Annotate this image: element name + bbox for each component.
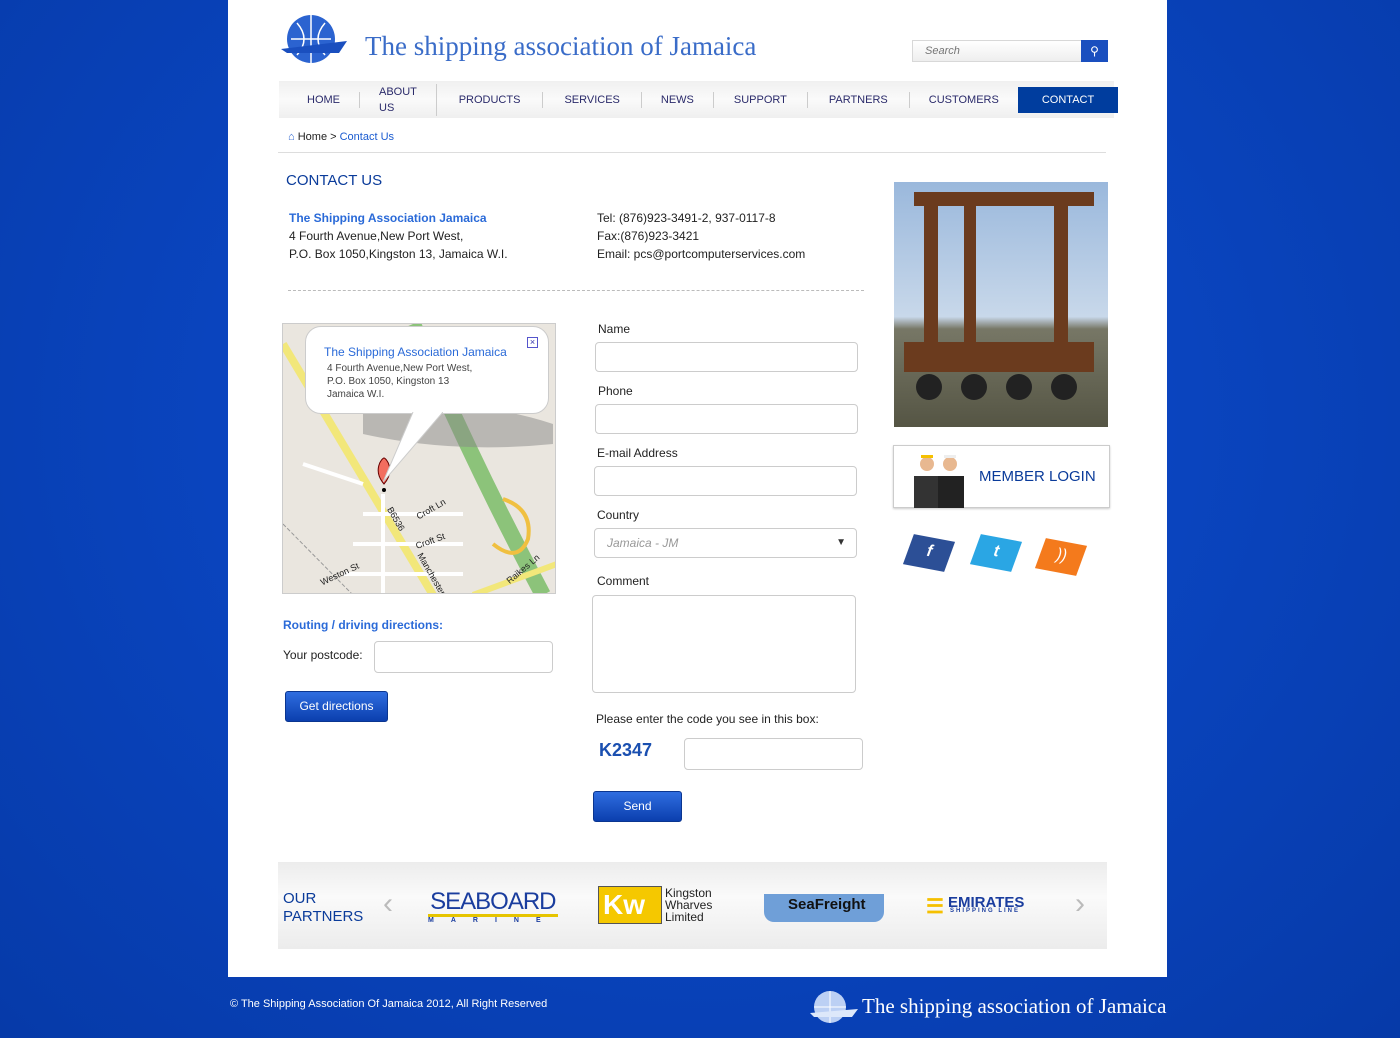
- partner-seaboard[interactable]: SEABOARD MARINE: [428, 890, 558, 924]
- search-input[interactable]: [913, 41, 1081, 61]
- tel: Tel: (876)923-3491-2, 937-0117-8: [597, 211, 776, 225]
- rss-icon[interactable]: )): [1034, 538, 1088, 576]
- map-info-popup: The Shipping Association Jamaica 4 Fourt…: [305, 326, 549, 414]
- popup-title: The Shipping Association Jamaica: [324, 345, 507, 359]
- nav-partners[interactable]: PARTNERS: [808, 91, 910, 108]
- member-login-label: MEMBER LOGIN: [979, 468, 1096, 485]
- map[interactable]: Croft Ln Croft St Weston St B6536 Manche…: [282, 323, 556, 594]
- comment-textarea[interactable]: [592, 595, 856, 693]
- phone-block: Tel: (876)923-3491-2, 937-0117-8 Fax:(87…: [597, 209, 805, 263]
- close-icon[interactable]: ×: [527, 337, 538, 348]
- org-name: The Shipping Association Jamaica: [289, 211, 487, 225]
- page-container: The shipping association of Jamaica ⚲ HO…: [228, 0, 1167, 977]
- kingston-wharves-logo-icon[interactable]: Kw: [598, 886, 662, 924]
- search-button[interactable]: ⚲: [1081, 40, 1108, 62]
- country-value: Jamaica - JM: [607, 536, 679, 550]
- phone-label: Phone: [598, 384, 633, 398]
- facebook-icon[interactable]: f: [902, 534, 956, 572]
- twitter-icon[interactable]: t: [969, 534, 1023, 572]
- phone-input[interactable]: [595, 404, 858, 434]
- name-input[interactable]: [595, 342, 858, 372]
- partner-seafreight[interactable]: SeaFreight: [764, 894, 884, 922]
- address-line: 4 Fourth Avenue,New Port West,: [289, 229, 464, 243]
- popup-line: Jamaica W.I.: [327, 389, 385, 400]
- member-login-button[interactable]: MEMBER LOGIN: [893, 445, 1110, 508]
- popup-tail: [383, 412, 443, 482]
- country-select[interactable]: Jamaica - JM ▼: [594, 528, 857, 558]
- partner-kingston-wharves[interactable]: Kingston Wharves Limited: [665, 887, 712, 923]
- partners-heading-line: PARTNERS: [283, 908, 364, 925]
- captcha-label: Please enter the code you see in this bo…: [596, 712, 819, 726]
- straddle-carrier-photo: [894, 182, 1108, 427]
- globe-logo-icon[interactable]: [279, 13, 349, 65]
- breadcrumb: ⌂ Home > Contact Us: [288, 131, 394, 143]
- partner-emirates[interactable]: ☰ EMIRATES SHIPPING LINE: [926, 894, 1024, 919]
- partners-heading: OUR PARTNERS: [283, 890, 363, 926]
- prev-arrow-icon[interactable]: ‹: [383, 887, 393, 921]
- address-line: P.O. Box 1050,Kingston 13, Jamaica W.I.: [289, 247, 508, 261]
- nav-products[interactable]: PRODUCTS: [437, 91, 544, 108]
- breadcrumb-current[interactable]: Contact Us: [340, 131, 394, 143]
- nav-home[interactable]: HOME: [279, 91, 360, 108]
- nav-support[interactable]: SUPPORT: [714, 91, 808, 108]
- search-box: ⚲: [912, 40, 1108, 62]
- page-title: CONTACT US: [286, 172, 383, 189]
- send-button[interactable]: Send: [593, 791, 682, 822]
- kw-line: Limited: [665, 910, 704, 924]
- emirates-flag-icon: ☰: [926, 896, 944, 918]
- nav-contact[interactable]: CONTACT: [1017, 86, 1119, 113]
- breadcrumb-separator: >: [327, 131, 340, 143]
- name-label: Name: [598, 322, 631, 336]
- popup-line: 4 Fourth Avenue,New Port West,: [327, 363, 473, 374]
- comment-label: Comment: [597, 574, 650, 588]
- partners-heading-line: OUR: [283, 890, 317, 907]
- search-icon: ⚲: [1090, 44, 1099, 58]
- email-input[interactable]: [594, 466, 857, 496]
- dashed-divider: [288, 290, 864, 291]
- postcode-label: Your postcode:: [283, 648, 363, 662]
- site-title[interactable]: The shipping association of Jamaica: [365, 31, 756, 62]
- nav-about[interactable]: ABOUT US: [360, 83, 437, 116]
- breadcrumb-home[interactable]: Home: [298, 131, 327, 143]
- captcha-input[interactable]: [684, 738, 863, 770]
- footer-globe-icon: [810, 989, 858, 1028]
- fax: Fax:(876)923-3421: [597, 229, 700, 243]
- footer: © The Shipping Association Of Jamaica 20…: [0, 977, 1400, 1038]
- divider: [278, 152, 1106, 153]
- emirates-sub: SHIPPING LINE: [950, 908, 1021, 914]
- seaboard-sub: MARINE: [428, 917, 558, 924]
- copyright: © The Shipping Association Of Jamaica 20…: [230, 998, 548, 1010]
- email[interactable]: Email: pcs@portcomputerservices.com: [597, 245, 805, 263]
- popup-line: P.O. Box 1050, Kingston 13: [327, 376, 450, 387]
- captcha-code: K2347: [599, 740, 653, 760]
- seafreight-logo: SeaFreight: [788, 896, 866, 913]
- country-label: Country: [597, 508, 640, 522]
- get-directions-button[interactable]: Get directions: [285, 691, 388, 722]
- nav-news[interactable]: NEWS: [642, 91, 714, 108]
- directions-heading: Routing / driving directions:: [283, 618, 443, 632]
- chevron-down-icon: ▼: [836, 537, 846, 548]
- business-people-icon: [914, 455, 964, 508]
- footer-site-title[interactable]: The shipping association of Jamaica: [862, 994, 1166, 1019]
- nav-customers[interactable]: CUSTOMERS: [910, 92, 1018, 108]
- email-label: E-mail Address: [597, 446, 678, 460]
- partners-strip: OUR PARTNERS ‹ SEABOARD MARINE Kw Kingsto…: [278, 862, 1107, 949]
- seaboard-logo: SEABOARD: [428, 890, 558, 917]
- home-icon[interactable]: ⌂: [288, 131, 295, 143]
- postcode-input[interactable]: [374, 641, 553, 673]
- next-arrow-icon[interactable]: ›: [1075, 887, 1085, 921]
- nav-services[interactable]: SERVICES: [543, 91, 642, 108]
- main-nav: HOME ABOUT US PRODUCTS SERVICES NEWS SUP…: [279, 81, 1119, 118]
- address-block: The Shipping Association Jamaica 4 Fourt…: [289, 209, 508, 263]
